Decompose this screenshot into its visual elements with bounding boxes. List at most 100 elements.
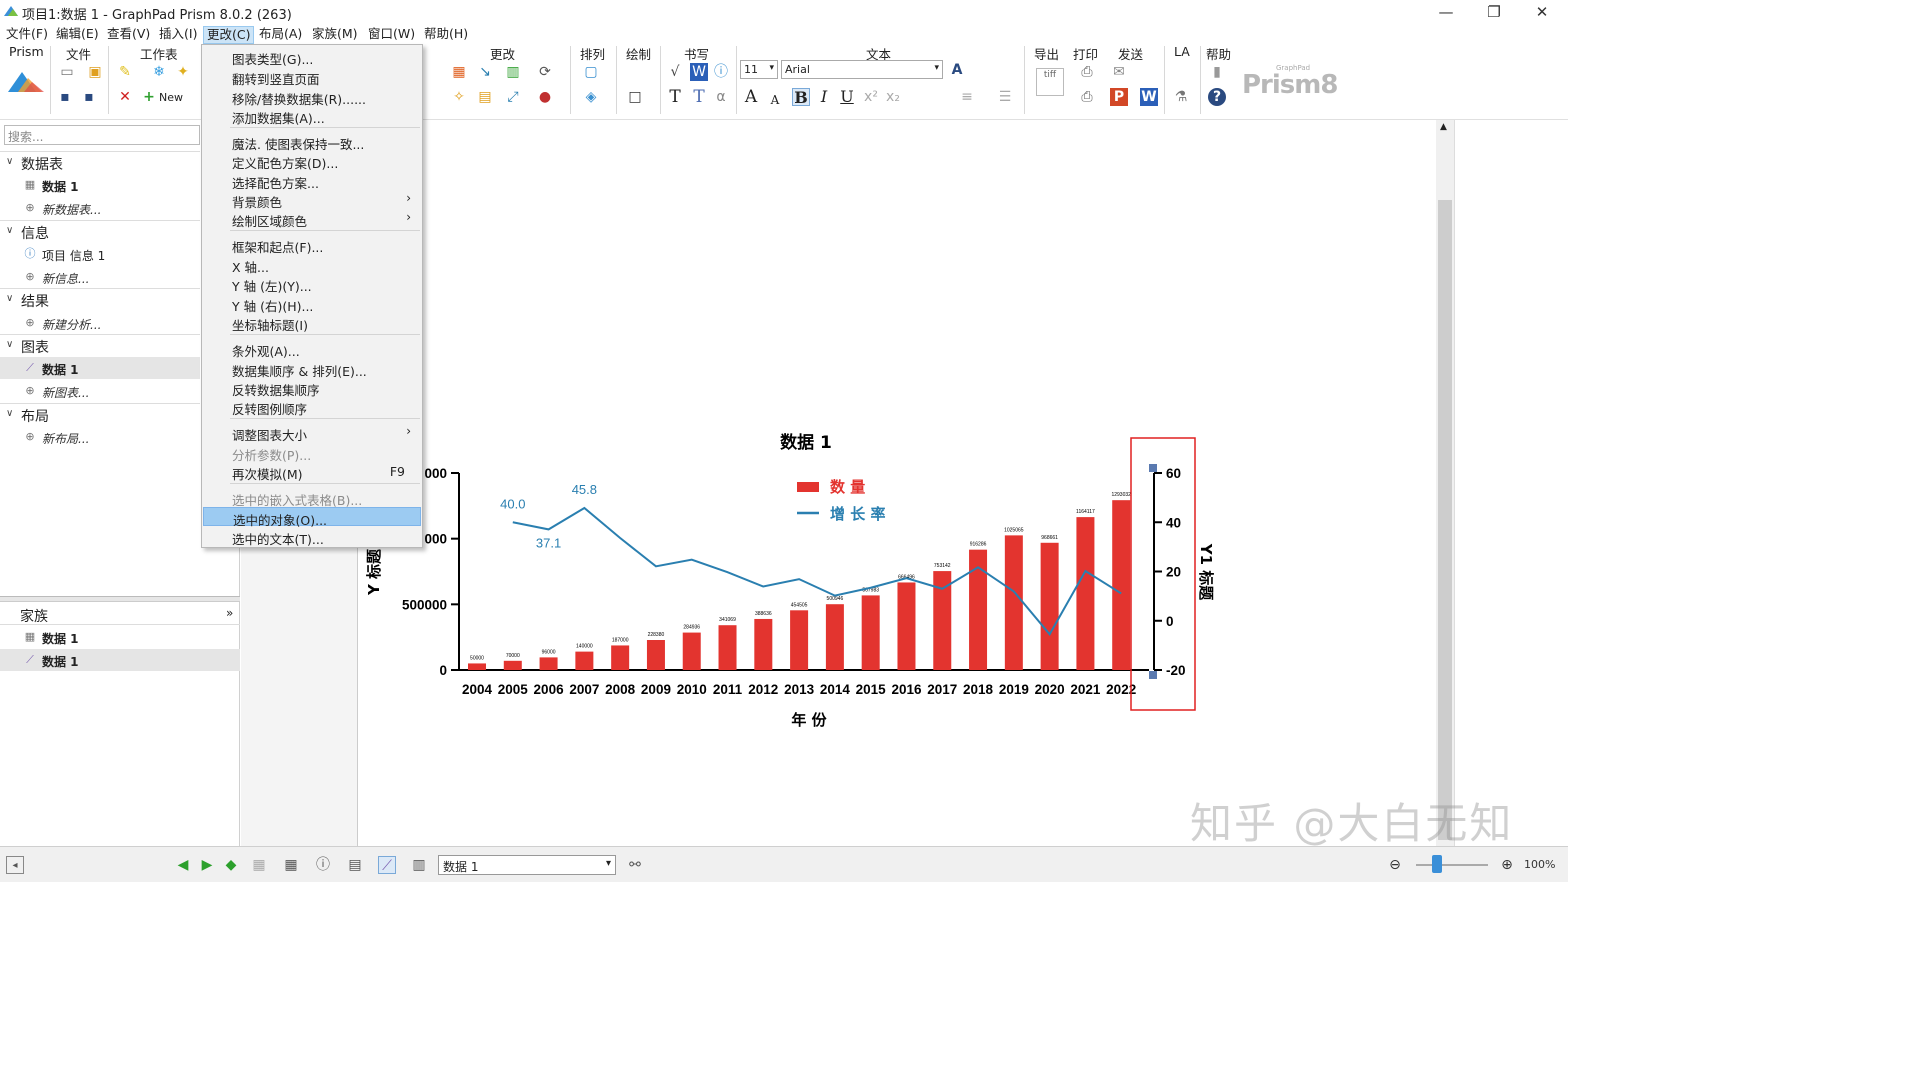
menu-window[interactable]: 窗口(W) [365,26,418,44]
results-sheet-icon[interactable]: ▤ [346,856,364,874]
menu-item-graph-type[interactable]: 图表类型(G)... [203,47,421,67]
email-icon[interactable]: ✉ [1110,63,1128,81]
menu-item-remove-replace-datasets[interactable]: 移除/替换数据集(R)...... [203,87,421,107]
text-T-icon[interactable]: T [666,88,684,106]
menu-edit[interactable]: 编辑(E) [53,26,102,44]
expand-icon[interactable]: » [226,606,233,620]
save-as-icon[interactable]: ▪ [80,88,98,106]
link-icon[interactable]: ⚯ [626,856,644,874]
scrollbar-thumb[interactable] [1438,200,1452,840]
info-sheet-icon[interactable]: ⓘ [314,856,332,874]
panel-splitter[interactable] [0,596,240,602]
nav-item-new-info[interactable]: ⊕ 新信息... [0,266,200,288]
sheet-select[interactable]: 数据 1 ▾ [438,855,616,875]
prism-logo-icon[interactable] [8,70,44,92]
save-icon[interactable]: ▪ [56,88,74,106]
text-T2-icon[interactable]: T [690,88,708,106]
menu-change[interactable]: 更改(C) [203,26,255,44]
superscript-icon[interactable]: x² [862,88,880,106]
layout-sheet-icon[interactable]: ▥ [410,856,428,874]
zoom-slider-track[interactable] [1416,864,1488,866]
align-icon[interactable]: ◈ [582,88,600,106]
close-button[interactable]: ✕ [1522,2,1562,22]
open-file-icon[interactable]: ▣ [86,63,104,81]
section-results[interactable]: ∨ 结果 [0,288,200,310]
menu-item-x-axis[interactable]: X 轴... [203,255,421,275]
minimize-button[interactable]: — [1426,2,1466,22]
menu-item-axis-titles[interactable]: 坐标轴标题(I) [203,313,421,333]
zoom-slider-thumb[interactable] [1432,855,1442,873]
menu-family[interactable]: 家族(M) [309,26,361,44]
equation-icon[interactable]: √ [666,63,684,81]
nav-item-new-layout[interactable]: ⊕ 新布局... [0,426,200,448]
nav-item-new-graph[interactable]: ⊕ 新图表... [0,380,200,402]
menu-item-selected-object[interactable]: 选中的对象(O)... [203,507,421,528]
section-data-tables[interactable]: ∨ 数据表 [0,151,200,173]
menu-insert[interactable]: 插入(I) [156,26,200,44]
format-icon[interactable]: ▤ [476,88,494,106]
nav-item-new-data-table[interactable]: ⊕ 新数据表... [0,197,200,219]
axis-icon[interactable]: ↘ [476,63,494,81]
menu-item-reverse-legend-order[interactable]: 反转图例顺序 [203,397,421,417]
family-item-table[interactable]: ▦ 数据 1 [0,626,240,648]
menu-file[interactable]: 文件(F) [3,26,51,44]
table-view-icon[interactable]: ▦ [250,856,268,874]
menu-item-plot-area-color[interactable]: 绘制区域颜色 › [203,209,421,229]
zoom-in-icon[interactable]: ⊕ [1498,856,1516,874]
search-input[interactable]: 搜索... [4,125,200,145]
menu-item-bar-appearance[interactable]: 条外观(A)... [203,339,421,359]
word-send-icon[interactable]: W [1140,88,1158,106]
menu-item-frame-origin[interactable]: 框架和起点(F)... [203,235,421,255]
menu-help[interactable]: 帮助(H) [421,26,471,44]
rectangle-icon[interactable]: □ [626,88,644,106]
graph-sheet-icon[interactable]: ⟋ [378,856,396,874]
menu-layout[interactable]: 布局(A) [256,26,305,44]
menu-item-dataset-order[interactable]: 数据集顺序 & 排列(E)... [203,359,421,379]
new-file-icon[interactable]: ▭ [58,63,76,81]
wand-icon[interactable]: ✧ [450,88,468,106]
menu-item-y-axis-right[interactable]: Y 轴 (右)(H)... [203,294,421,314]
restore-button[interactable]: ❐ [1474,2,1514,22]
menu-item-magic-consistent[interactable]: 魔法. 使图表保持一致... [203,132,421,152]
menu-item-background-color[interactable]: 背景颜色 › [203,190,421,210]
graph-type-icon[interactable]: ▦ [450,63,468,81]
menu-item-selected-text[interactable]: 选中的文本(T)... [203,527,421,547]
rotate-icon[interactable]: ⟳ [536,63,554,81]
print-icon[interactable]: ⎙ [1078,63,1096,81]
book-icon[interactable]: ▮ [1208,63,1226,81]
word-icon[interactable]: W [690,63,708,81]
menu-item-flip-vertical[interactable]: 翻转到竖直页面 [203,67,421,87]
menu-item-y-axis-left[interactable]: Y 轴 (左)(Y)... [203,274,421,294]
menu-item-reverse-dataset-order[interactable]: 反转数据集顺序 [203,378,421,398]
nav-item-graph[interactable]: ⟋ 数据 1 [0,357,200,379]
subscript-icon[interactable]: x₂ [884,88,902,106]
menu-item-choose-color-scheme[interactable]: 选择配色方案... [203,171,421,191]
family-item-graph[interactable]: ⟋ 数据 1 [0,649,240,671]
snowflake-icon[interactable]: ❄ [150,63,168,81]
scroll-up-icon[interactable]: ▲ [1440,122,1447,132]
font-size-select[interactable]: 11 ▾ [740,60,778,79]
data-sheet-icon[interactable]: ▦ [282,856,300,874]
arrange-icon[interactable]: ▢ [582,63,600,81]
nav-item-new-analysis[interactable]: ⊕ 新建分析... [0,312,200,334]
font-name-select[interactable]: Arial ▾ [781,60,943,79]
menu-item-resize-graph[interactable]: 调整图表大小 › [203,423,421,443]
list-icon[interactable]: ☰ [996,88,1014,106]
underline-icon[interactable]: U [838,88,856,106]
go-to-icon[interactable]: ◆ [222,856,240,874]
vertical-scrollbar[interactable]: ▲ [1436,120,1454,846]
section-layouts[interactable]: ∨ 布局 [0,403,200,425]
bold-icon[interactable]: B [792,88,810,107]
prev-sheet-icon[interactable]: ◀ [174,856,192,874]
magic-wand-icon[interactable]: ✦ [174,63,192,81]
bars-icon[interactable]: ▥ [504,63,522,81]
new-sheet-button[interactable]: New [159,91,183,104]
panel-toggle-icon[interactable]: ◂ [6,856,24,874]
export-image-icon[interactable]: tiff [1036,68,1064,96]
font-color-icon[interactable]: A [948,61,966,79]
menu-item-add-dataset[interactable]: 添加数据集(A)... [203,106,421,126]
menu-item-simulate-again[interactable]: 再次模拟(M) F9 [203,462,421,482]
section-info[interactable]: ∨ 信息 [0,220,200,242]
chart-canvas[interactable]: 数据 10500000000000Y 标题2004 2005 2006 2007 200… [359,120,1436,846]
nav-item-project-info[interactable]: ⓘ 项目 信息 1 [0,243,200,265]
